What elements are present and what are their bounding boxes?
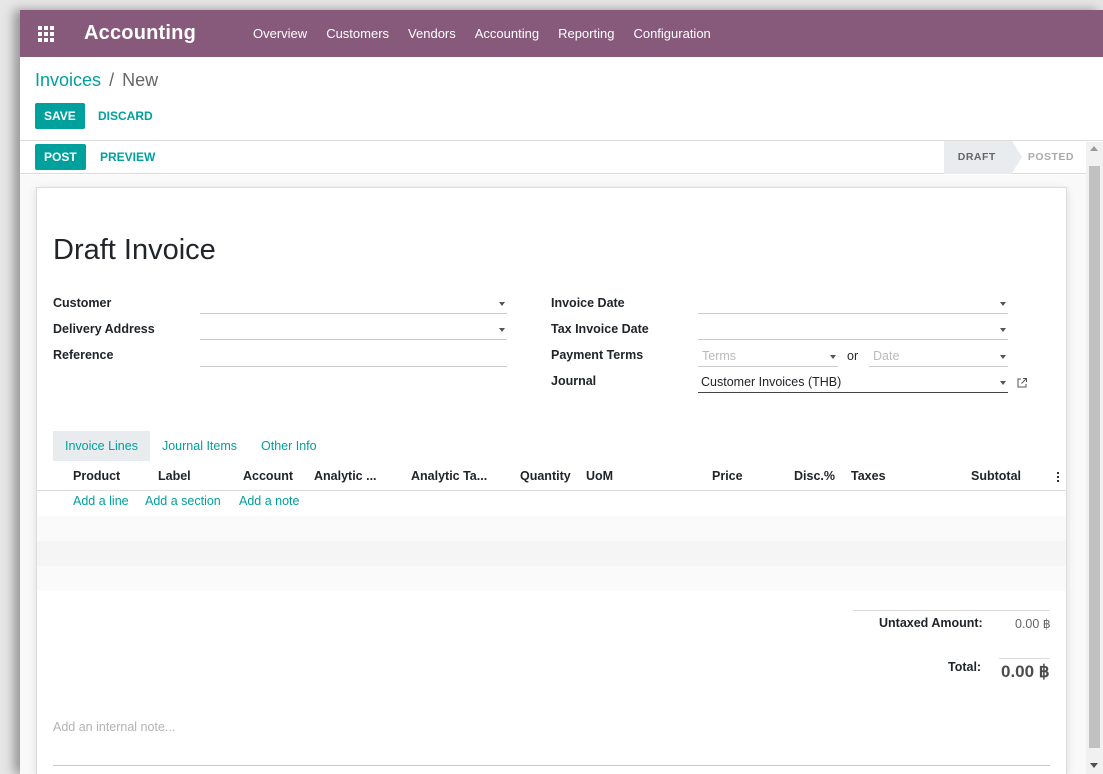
delivery-address-dropdown-icon[interactable] [499,328,505,332]
breadcrumb: Invoices / New [35,70,158,91]
state-pipeline: DRAFT POSTED [943,141,1086,174]
total-value: 0.00 ฿ [1001,662,1050,681]
untaxed-amount-value: 0.00 ฿ [1015,617,1051,631]
col-uom[interactable]: UoM [586,469,613,483]
tab-journal-items[interactable]: Journal Items [150,431,249,461]
add-note-link[interactable]: Add a note [239,494,299,508]
menu-accounting[interactable]: Accounting [475,26,539,41]
preview-button[interactable]: PREVIEW [100,144,155,170]
totals-separator [853,610,1050,611]
state-posted[interactable]: POSTED [1012,141,1086,174]
reference-label: Reference [53,348,114,362]
add-section-link[interactable]: Add a section [145,494,221,508]
col-quantity[interactable]: Quantity [520,469,571,483]
menu-configuration[interactable]: Configuration [633,26,710,41]
journal-value: Customer Invoices (THB) [701,375,842,389]
table-row [37,541,1066,566]
post-button[interactable]: POST [35,144,86,170]
internal-note-underline [53,765,1050,766]
menu-reporting[interactable]: Reporting [558,26,614,41]
journal-dropdown-icon[interactable] [1000,381,1006,385]
save-button[interactable]: SAVE [35,103,85,129]
col-taxes[interactable]: Taxes [851,469,886,483]
untaxed-amount-label: Untaxed Amount: [879,616,983,630]
invoice-lines-header: Product Label Account Analytic ... Analy… [37,461,1066,491]
payment-terms-dropdown-icon[interactable] [830,355,836,359]
page-title: Draft Invoice [53,234,216,266]
apps-grid-icon[interactable] [38,25,54,42]
scrollbar-thumb[interactable] [1089,166,1100,748]
col-analytic-account[interactable]: Analytic ... [314,469,377,483]
col-discount[interactable]: Disc.% [794,469,835,483]
breadcrumb-current: New [122,70,159,90]
customer-field[interactable] [200,294,507,314]
discard-button[interactable]: DISCARD [98,103,153,129]
col-subtotal[interactable]: Subtotal [971,469,1021,483]
external-link-icon[interactable] [1016,377,1028,389]
internal-note-placeholder[interactable]: Add an internal note... [53,720,175,734]
tax-invoice-date-dropdown-icon[interactable] [1000,328,1006,332]
payment-terms-placeholder: Terms [702,349,737,363]
reference-field[interactable] [200,347,507,367]
column-options-icon[interactable] [1057,472,1060,484]
breadcrumb-invoices[interactable]: Invoices [35,70,101,90]
total-separator [999,658,1050,659]
table-row [37,566,1066,591]
total-label: Total: [948,660,982,674]
invoice-sheet: Draft Invoice Customer Delivery Address … [36,187,1067,774]
tab-invoice-lines[interactable]: Invoice Lines [53,431,150,461]
add-line-link[interactable]: Add a line [73,494,129,508]
invoice-date-dropdown-icon[interactable] [1000,302,1006,306]
col-analytic-tags[interactable]: Analytic Ta... [411,469,487,483]
state-draft: DRAFT [943,141,1022,174]
tax-invoice-date-label: Tax Invoice Date [551,322,649,336]
due-date-field[interactable]: Date [869,347,1008,367]
delivery-address-field[interactable] [200,320,507,340]
notebook-tabs: Invoice Lines Journal Items Other Info [53,431,329,461]
scroll-up-icon[interactable] [1090,146,1098,151]
vertical-scrollbar[interactable] [1086,142,1103,774]
scroll-down-icon[interactable] [1090,763,1098,768]
customer-label: Customer [53,296,112,310]
payment-terms-field[interactable]: Terms [698,347,838,367]
due-date-placeholder: Date [873,349,900,363]
due-date-dropdown-icon[interactable] [1000,355,1006,359]
journal-field[interactable]: Customer Invoices (THB) [698,373,1008,393]
top-navbar: Accounting Overview Customers Vendors Ac… [20,10,1103,57]
delivery-address-label: Delivery Address [53,322,155,336]
journal-label: Journal [551,374,597,388]
tab-other-info[interactable]: Other Info [249,431,329,461]
customer-dropdown-icon[interactable] [499,302,505,306]
col-price[interactable]: Price [712,469,743,483]
col-product[interactable]: Product [73,469,120,483]
main-menu: Overview Customers Vendors Accounting Re… [253,26,730,41]
or-label: or [847,349,859,363]
col-label[interactable]: Label [158,469,191,483]
payment-terms-label: Payment Terms [551,348,644,362]
invoice-date-label: Invoice Date [551,296,625,310]
control-panel: Invoices / New SAVE DISCARD [20,57,1103,141]
menu-overview[interactable]: Overview [253,26,307,41]
tax-invoice-date-field[interactable] [698,320,1008,340]
status-bar: POST PREVIEW DRAFT POSTED [20,141,1103,174]
app-brand[interactable]: Accounting [84,22,196,45]
menu-customers[interactable]: Customers [326,26,389,41]
app-window: Accounting Overview Customers Vendors Ac… [20,10,1103,774]
col-account[interactable]: Account [243,469,293,483]
invoice-date-field[interactable] [698,294,1008,314]
menu-vendors[interactable]: Vendors [408,26,456,41]
breadcrumb-separator: / [109,70,115,90]
table-row [37,516,1066,541]
